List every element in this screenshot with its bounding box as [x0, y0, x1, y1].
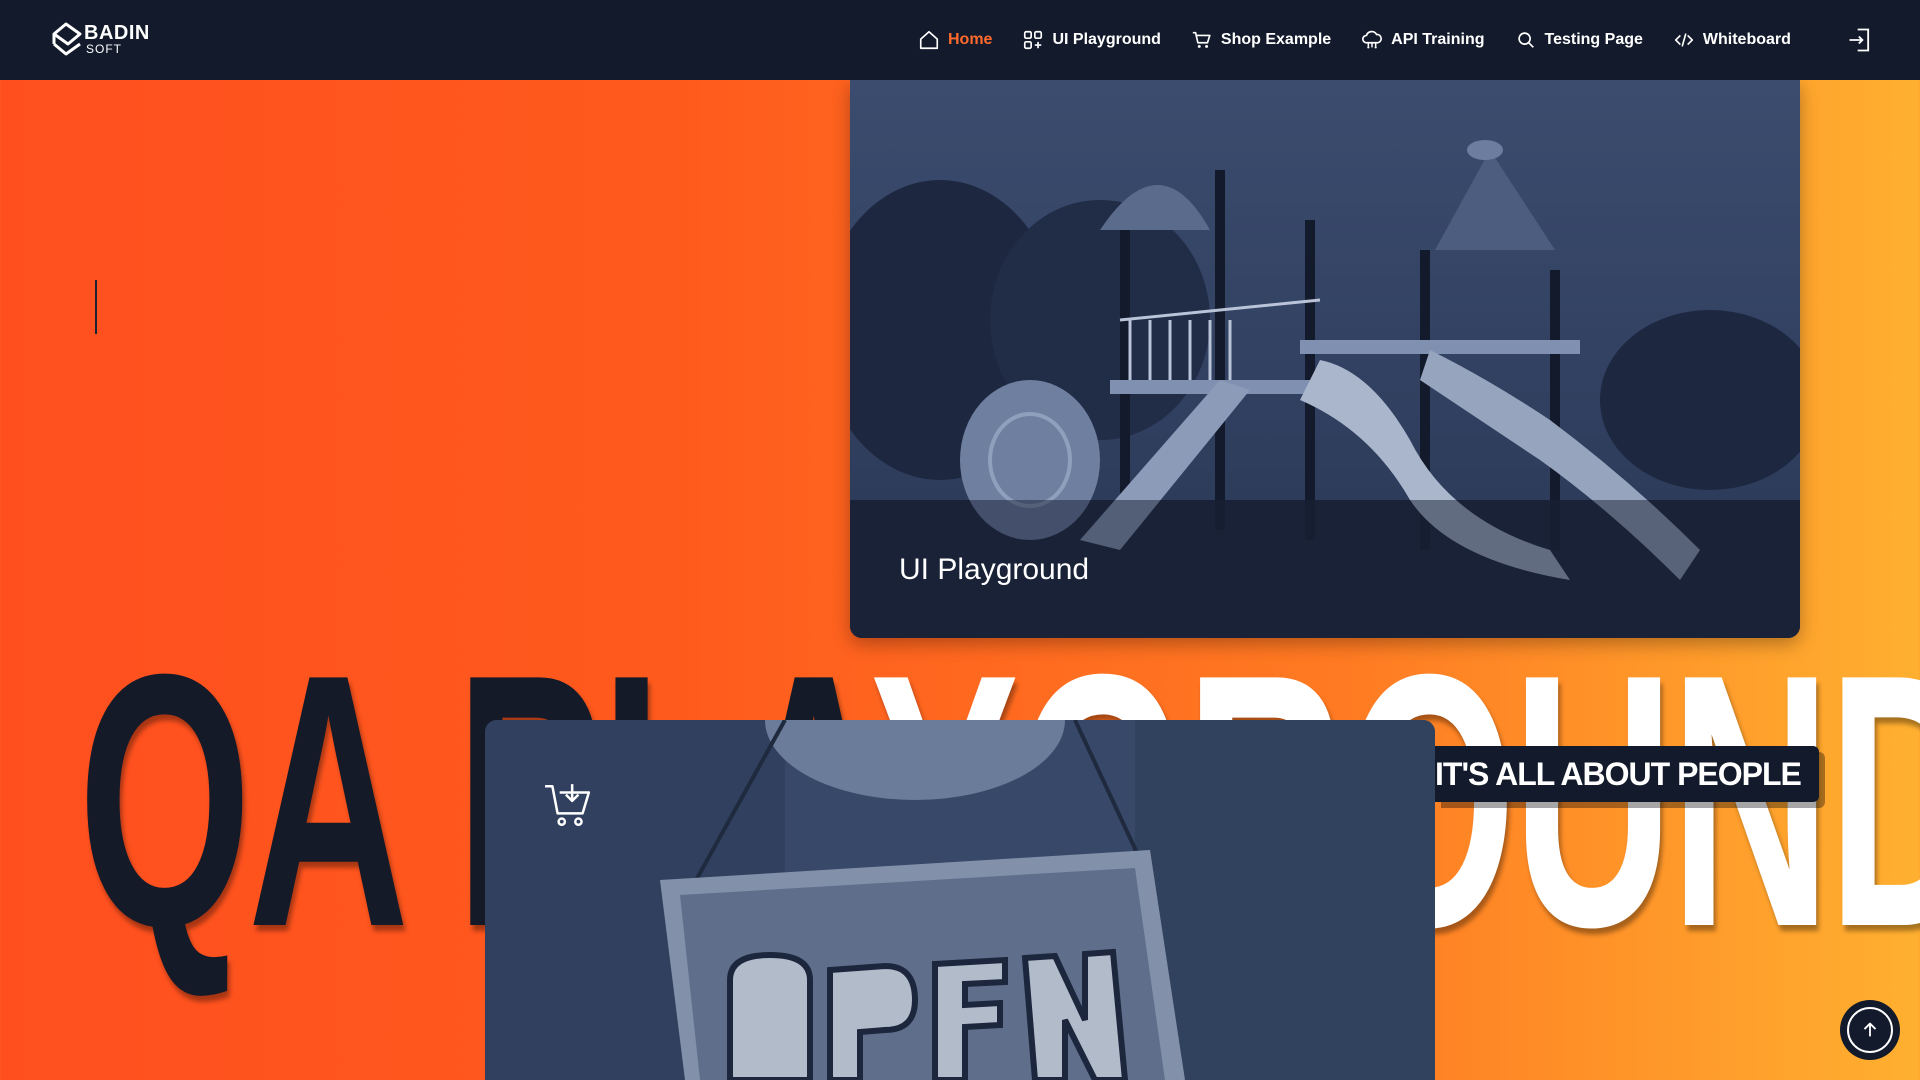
nav-label-shop-example: Shop Example [1220, 31, 1332, 48]
brand-sub: SOFT [86, 42, 122, 56]
nav-item-shop-example[interactable]: Shop Example [1191, 29, 1331, 51]
hero-tagline: IT'S ALL ABOUT PEOPLE [1435, 746, 1819, 802]
nav-item-testing-page[interactable]: Testing Page [1515, 29, 1643, 51]
nav-item-whiteboard[interactable]: Whiteboard [1673, 29, 1791, 51]
scroll-ring [1847, 1007, 1893, 1053]
login-door-icon [1849, 28, 1870, 52]
nav-label-api-training: API Training [1391, 31, 1485, 48]
shop-example-card[interactable] [485, 720, 1435, 1080]
nav-label-whiteboard: Whiteboard [1702, 31, 1791, 48]
scroll-to-top-button[interactable] [1840, 1000, 1900, 1060]
login-button[interactable] [1846, 26, 1874, 54]
nav-item-ui-playground[interactable]: UI Playground [1022, 29, 1161, 51]
nav-label-ui-playground: UI Playground [1052, 31, 1161, 48]
cart-icon [1191, 29, 1213, 51]
cloud-network-icon [1361, 29, 1383, 51]
ui-playground-card[interactable]: UI Playground [850, 80, 1800, 638]
main-nav: Home UI Playground Shop Example API Trai… [918, 0, 1821, 80]
text-cursor-caret [95, 280, 97, 334]
nav-label-testing-page: Testing Page [1544, 31, 1643, 48]
arrow-up-icon [1863, 1022, 1877, 1037]
open-sign-photo [485, 720, 1435, 1080]
search-icon [1515, 29, 1537, 51]
logo-mark-icon [52, 22, 82, 56]
cart-download-icon [545, 784, 591, 827]
nav-item-api-training[interactable]: API Training [1361, 29, 1485, 51]
code-icon [1673, 29, 1695, 51]
grid-plus-icon [1022, 29, 1044, 51]
ui-playground-card-label: UI Playground [899, 553, 1090, 586]
nav-label-home: Home [948, 31, 993, 48]
nav-item-home[interactable]: Home [918, 29, 992, 51]
home-icon [918, 29, 940, 51]
top-navbar: BADIN SOFT Home UI Playground Shop Examp… [0, 0, 1920, 80]
brand-logo[interactable]: BADIN SOFT [48, 20, 158, 60]
